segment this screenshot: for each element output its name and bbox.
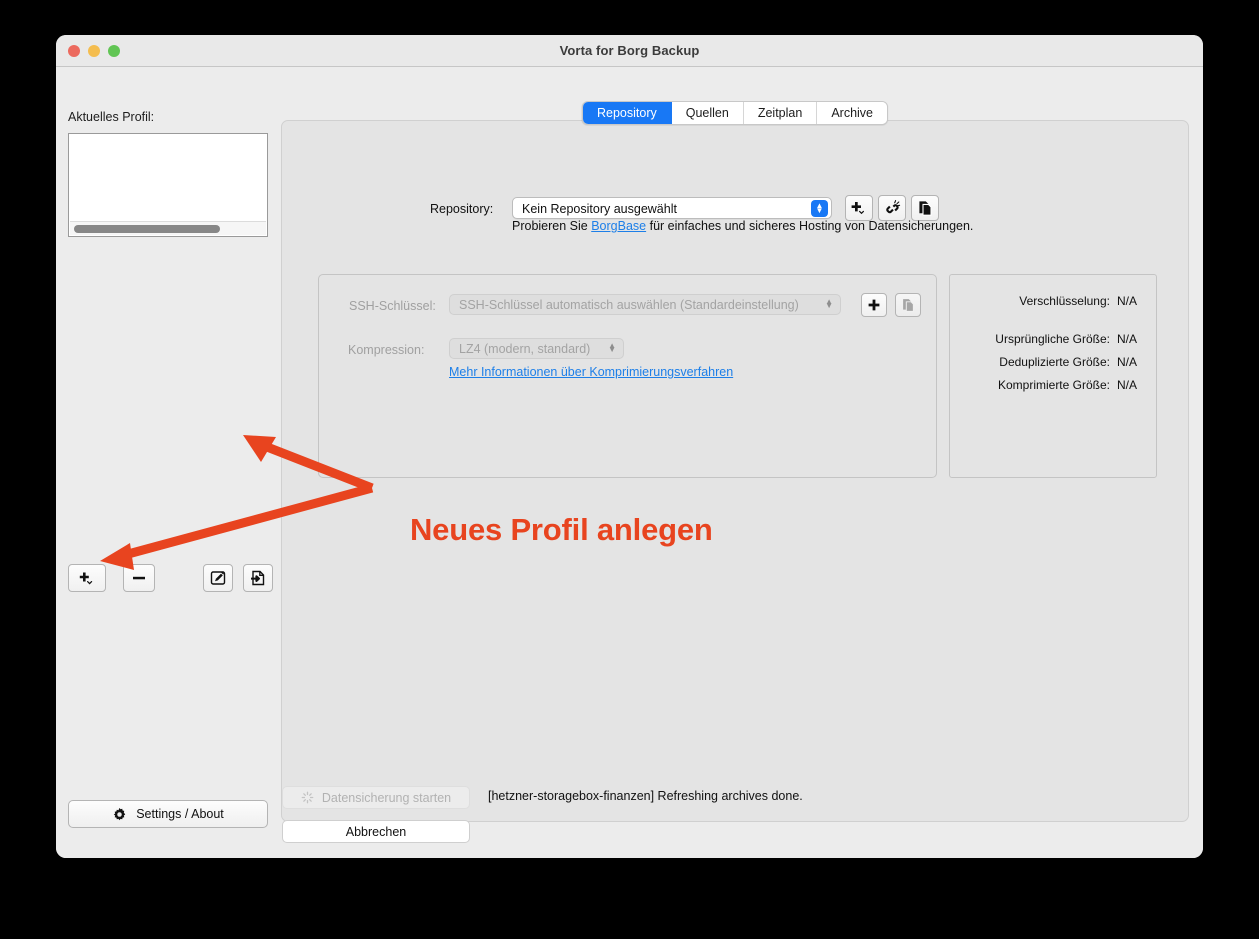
chevron-updown-icon: ▲ ▼: [825, 296, 833, 311]
scrollbar-thumb[interactable]: [74, 225, 220, 233]
borgbase-hint: Probieren Sie BorgBase für einfaches und…: [512, 219, 973, 233]
settings-about-button[interactable]: Settings / About: [68, 800, 268, 828]
add-repository-button[interactable]: [845, 195, 873, 221]
gear-icon: [114, 807, 126, 820]
stat-row: Ursprüngliche Größe: N/A: [995, 332, 1144, 346]
close-window-button[interactable]: [68, 45, 80, 57]
repository-select[interactable]: Kein Repository ausgewählt ▲ ▼: [512, 197, 832, 219]
remove-profile-button[interactable]: [123, 564, 155, 592]
tab-bar: Repository Quellen Zeitplan Archive: [581, 101, 889, 125]
main-panel: Repository Quellen Zeitplan Archive Repo…: [281, 101, 1189, 822]
profile-list[interactable]: hetzner-bilder-2021: [68, 133, 268, 237]
minimize-window-button[interactable]: [88, 45, 100, 57]
repository-settings-group: SSH-Schlüssel: SSH-Schlüssel automatisch…: [318, 274, 937, 478]
current-profile-label: Aktuelles Profil:: [68, 110, 155, 124]
compression-selected-value: LZ4 (modern, standard): [459, 342, 591, 356]
repository-stats-panel: Verschlüsselung: N/A Ursprüngliche Größe…: [949, 274, 1157, 478]
compression-select[interactable]: LZ4 (modern, standard) ▲ ▼: [449, 338, 624, 359]
chevron-updown-icon[interactable]: ▲ ▼: [811, 200, 828, 217]
edit-profile-button[interactable]: [203, 564, 233, 592]
broken-link-icon: [885, 200, 900, 214]
stat-label: Verschlüsselung:: [1019, 294, 1110, 308]
tab-zeitplan[interactable]: Zeitplan: [743, 102, 818, 124]
window-body: Aktuelles Profil: hetzner-bilder-2021: [56, 67, 1203, 858]
borgbase-hint-suffix: für einfaches und sicheres Hosting von D…: [646, 219, 974, 233]
borgbase-link[interactable]: BorgBase: [591, 219, 646, 233]
stat-label: Komprimierte Größe:: [997, 378, 1110, 392]
stat-row: Verschlüsselung: N/A: [1019, 294, 1144, 308]
tab-archive[interactable]: Archive: [817, 102, 888, 124]
window-controls: [68, 35, 120, 67]
spinner-icon: [301, 791, 314, 804]
compression-label: Kompression:: [348, 343, 425, 357]
copy-ssh-key-button[interactable]: [895, 293, 921, 317]
ssh-key-select[interactable]: SSH-Schlüssel automatisch auswählen (Sta…: [449, 294, 841, 315]
stat-label: Ursprüngliche Größe:: [995, 332, 1110, 346]
stat-value: N/A: [1117, 355, 1138, 369]
add-ssh-key-button[interactable]: [861, 293, 887, 317]
stat-value: N/A: [1117, 332, 1138, 346]
copy-document-icon: [918, 201, 932, 216]
cancel-button[interactable]: Abbrechen: [282, 820, 470, 843]
plus-with-chevron-icon: [79, 572, 93, 585]
document-import-icon: [251, 570, 265, 586]
plus-with-chevron-icon: [851, 202, 864, 215]
ssh-key-label: SSH-Schlüssel:: [349, 299, 436, 313]
stat-label: Deduplizierte Größe:: [999, 355, 1110, 369]
chevron-updown-icon: ▲ ▼: [608, 340, 616, 355]
stat-row: Komprimierte Größe: N/A: [998, 378, 1144, 392]
add-profile-button[interactable]: [68, 564, 106, 592]
window-title: Vorta for Borg Backup: [559, 43, 700, 58]
repository-selected-value: Kein Repository ausgewählt: [522, 202, 677, 216]
status-message: [hetzner-storagebox-finanzen] Refreshing…: [488, 789, 803, 803]
borgbase-hint-prefix: Probieren Sie: [512, 219, 592, 233]
start-backup-label: Datensicherung starten: [321, 790, 452, 805]
stat-value: N/A: [1117, 378, 1138, 392]
import-profile-button[interactable]: [243, 564, 273, 592]
profile-action-buttons: [68, 564, 273, 592]
copy-document-icon: [902, 299, 914, 312]
cancel-label: Abbrechen: [345, 824, 407, 839]
settings-about-label: Settings / About: [136, 807, 224, 821]
plus-icon: [868, 299, 880, 311]
sidebar: Aktuelles Profil: hetzner-bilder-2021: [56, 67, 280, 858]
unlink-repository-button[interactable]: [878, 195, 906, 221]
profile-list-horizontal-scrollbar[interactable]: [70, 221, 266, 235]
start-backup-button[interactable]: Datensicherung starten: [282, 786, 470, 809]
tab-repository[interactable]: Repository: [582, 102, 672, 124]
compression-info-link[interactable]: Mehr Informationen über Komprimierungsve…: [449, 365, 733, 379]
stat-row: Deduplizierte Größe: N/A: [999, 355, 1144, 369]
title-bar: Vorta for Borg Backup: [56, 35, 1203, 67]
zoom-window-button[interactable]: [108, 45, 120, 57]
minus-icon: [133, 576, 145, 580]
copy-repository-button[interactable]: [911, 195, 939, 221]
stat-value: N/A: [1117, 294, 1138, 308]
pencil-edit-icon: [210, 571, 226, 585]
repository-label: Repository:: [430, 202, 494, 216]
ssh-key-selected-value: SSH-Schlüssel automatisch auswählen (Sta…: [459, 298, 799, 312]
app-window: Vorta for Borg Backup Aktuelles Profil: …: [56, 35, 1203, 858]
tab-quellen[interactable]: Quellen: [671, 102, 744, 124]
